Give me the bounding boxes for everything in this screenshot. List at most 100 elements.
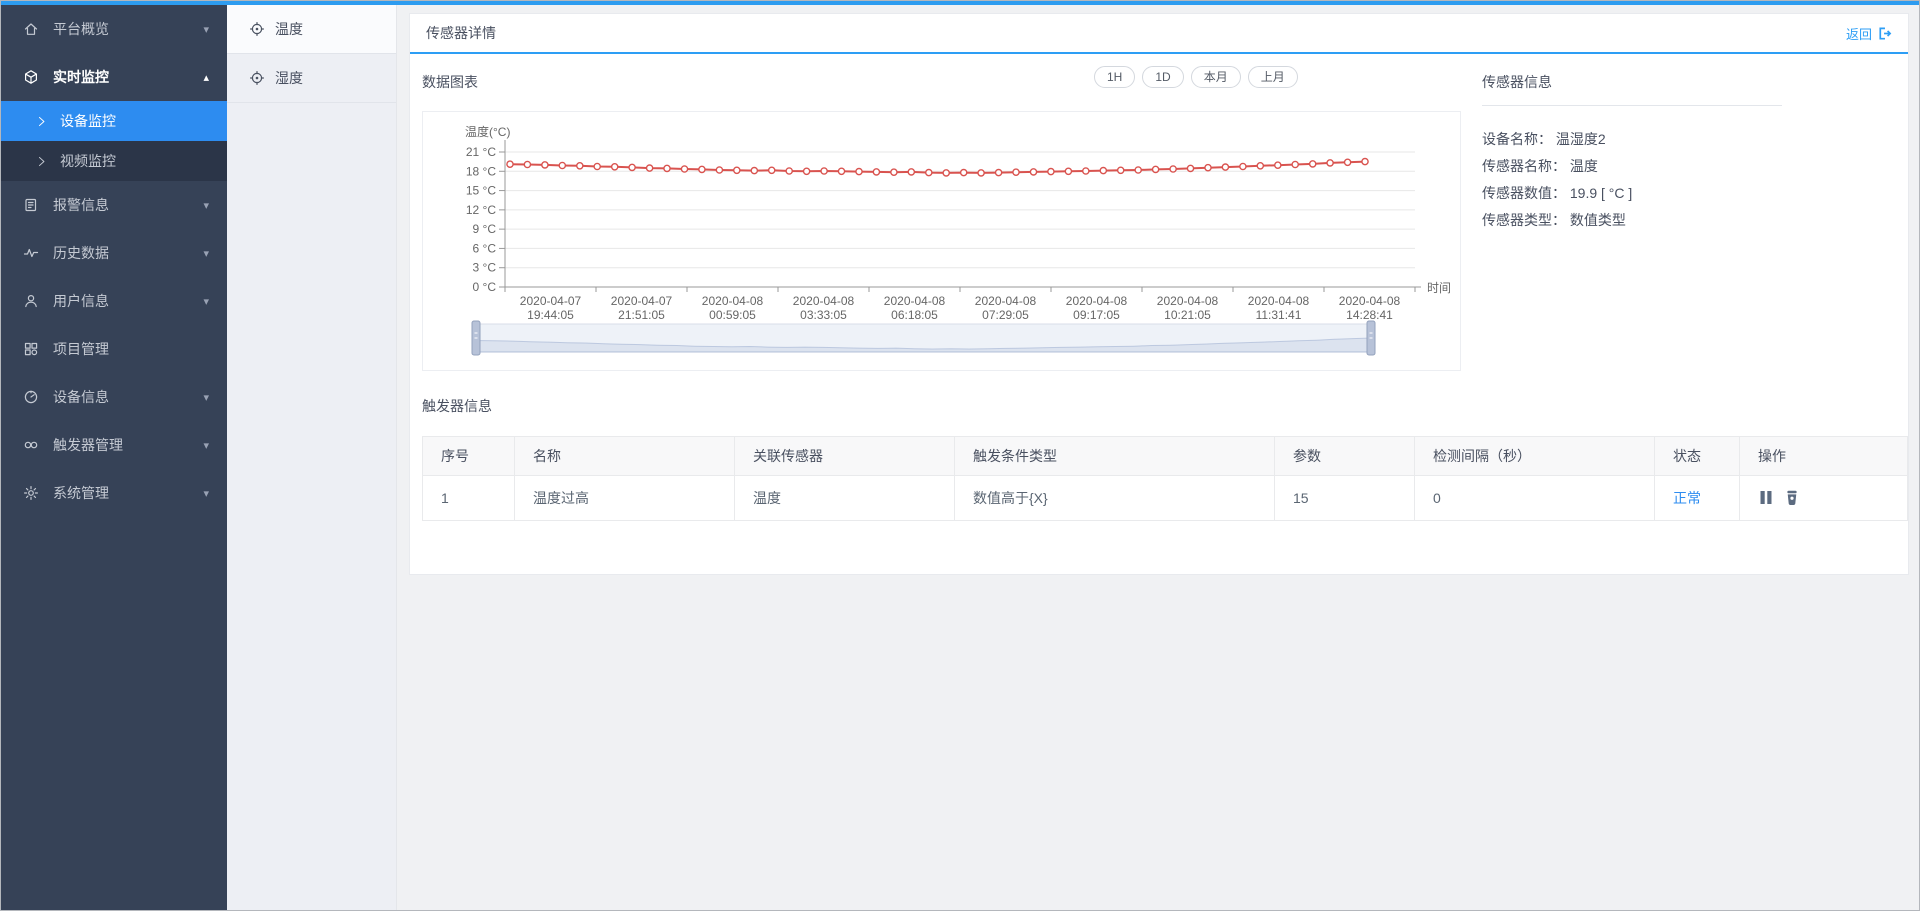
sensor-info-panel: 传感器信息 设备名称： 温湿度2传感器名称： 温度传感器数值： 19.9 [ °… xyxy=(1482,72,1812,234)
info-rows: 设备名称： 温湿度2传感器名称： 温度传感器数值： 19.9 [ °C ]传感器… xyxy=(1482,126,1812,234)
datazoom-handle-right[interactable] xyxy=(1367,321,1375,355)
svg-text:2020-04-08: 2020-04-08 xyxy=(1066,294,1128,308)
svg-text:2020-04-08: 2020-04-08 xyxy=(1248,294,1310,308)
exit-icon xyxy=(1877,26,1892,41)
table-header-cell: 操作 xyxy=(1740,437,1908,476)
sidebar-item-label: 设备信息 xyxy=(53,387,109,407)
svg-text:12 °C: 12 °C xyxy=(466,203,496,217)
svg-text:07:29:05: 07:29:05 xyxy=(982,308,1029,322)
table-cell: 1 xyxy=(423,476,515,521)
app-window: 平台概览▾实时监控▴设备监控视频监控报警信息▾历史数据▾用户信息▾项目管理设备信… xyxy=(0,0,1920,911)
svg-text:温度(°C): 温度(°C) xyxy=(465,124,510,139)
caret-down-icon: ▾ xyxy=(203,487,209,500)
temperature-line-chart: 温度(°C)0 °C3 °C6 °C9 °C12 °C15 °C18 °C21 … xyxy=(422,111,1461,371)
pause-icon[interactable] xyxy=(1758,489,1776,507)
svg-text:11:31:41: 11:31:41 xyxy=(1256,308,1302,322)
sensor-detail-card: 传感器详情 返回 数据图表 1H1D本月上月 温度(°C)0 °C3 °C6 °… xyxy=(409,13,1909,575)
gauge-icon xyxy=(23,389,39,405)
table-header-cell: 检测间隔（秒） xyxy=(1415,437,1655,476)
svg-text:2020-04-07: 2020-04-07 xyxy=(520,294,582,308)
card-header: 传感器详情 返回 xyxy=(410,14,1908,54)
main-content: 传感器详情 返回 数据图表 1H1D本月上月 温度(°C)0 °C3 °C6 °… xyxy=(397,5,1919,910)
table-cell: 温度过高 xyxy=(515,476,735,521)
table-row: 1温度过高温度数值高于{X}150正常 xyxy=(423,476,1908,521)
sidebar-item-6[interactable]: 用户信息 ▾ xyxy=(1,277,227,325)
svg-text:2020-04-08: 2020-04-08 xyxy=(793,294,855,308)
home-icon xyxy=(23,21,39,37)
svg-text:6 °C: 6 °C xyxy=(473,241,497,255)
sidebar-item-2[interactable]: 设备监控 xyxy=(1,101,227,141)
svg-text:时间: 时间 xyxy=(1427,281,1451,295)
sidebar-item-9[interactable]: 触发器管理▾ xyxy=(1,421,227,469)
sidebar-item-4[interactable]: 报警信息 ▾ xyxy=(1,181,227,229)
svg-text:2020-04-08: 2020-04-08 xyxy=(1157,294,1219,308)
table-cell: 温度 xyxy=(735,476,955,521)
datazoom-handle-left[interactable] xyxy=(472,321,480,355)
table-header-cell: 名称 xyxy=(515,437,735,476)
sidebar-item-3[interactable]: 视频监控 xyxy=(1,141,227,181)
caret-down-icon: ▾ xyxy=(203,295,209,308)
sidebar-item-8[interactable]: 设备信息▾ xyxy=(1,373,227,421)
chevron-right-icon xyxy=(35,115,48,128)
target-sensor-icon xyxy=(249,70,265,86)
info-row-2: 传感器数值： 19.9 [ °C ] xyxy=(1482,180,1812,207)
sidebar-item-label: 报警信息 xyxy=(53,195,109,215)
chevron-right-icon xyxy=(35,155,48,168)
range-button-0[interactable]: 1H xyxy=(1094,66,1135,88)
sensor-list-item-1[interactable]: 湿度 xyxy=(227,54,396,103)
info-label: 传感器数值： xyxy=(1482,185,1566,201)
user-icon xyxy=(23,293,39,309)
sidebar-item-0[interactable]: 平台概览▾ xyxy=(1,5,227,53)
info-panel-title: 传感器信息 xyxy=(1482,72,1782,106)
info-label: 传感器名称： xyxy=(1482,158,1566,174)
svg-text:2020-04-08: 2020-04-08 xyxy=(1339,294,1401,308)
chart-section-title: 数据图表 xyxy=(422,72,478,92)
table-header-row: 序号名称关联传感器触发条件类型参数检测间隔（秒）状态操作 xyxy=(423,437,1908,476)
trigger-table: 序号名称关联传感器触发条件类型参数检测间隔（秒）状态操作1温度过高温度数值高于{… xyxy=(422,436,1908,521)
sensor-item-label: 湿度 xyxy=(275,68,303,88)
info-value: 温湿度2 xyxy=(1556,131,1606,147)
svg-text:2020-04-08: 2020-04-08 xyxy=(884,294,946,308)
info-value: 19.9 [ °C ] xyxy=(1570,185,1632,201)
table-cell: 15 xyxy=(1275,476,1415,521)
svg-text:18 °C: 18 °C xyxy=(466,164,496,178)
target-sensor-icon xyxy=(249,21,265,37)
sidebar-item-7[interactable]: 项目管理 xyxy=(1,325,227,373)
project-grid-icon xyxy=(23,341,39,357)
link-rings-icon xyxy=(23,437,39,453)
svg-text:2020-04-07: 2020-04-07 xyxy=(611,294,673,308)
range-button-1[interactable]: 1D xyxy=(1142,66,1183,88)
caret-down-icon: ▾ xyxy=(203,23,209,36)
info-row-0: 设备名称： 温湿度2 xyxy=(1482,126,1812,153)
sidebar-item-label: 用户信息 xyxy=(53,291,109,311)
sidebar-item-label: 触发器管理 xyxy=(53,435,123,455)
sidebar-item-label: 实时监控 xyxy=(53,67,109,87)
svg-text:0 °C: 0 °C xyxy=(473,280,497,294)
sensor-list-item-0[interactable]: 温度 xyxy=(227,5,396,54)
svg-text:03:33:05: 03:33:05 xyxy=(800,308,847,322)
gear-icon xyxy=(23,485,39,501)
status-badge[interactable]: 正常 xyxy=(1673,490,1701,506)
sidebar-item-5[interactable]: 历史数据▾ xyxy=(1,229,227,277)
sidebar-item-10[interactable]: 系统管理 ▾ xyxy=(1,469,227,517)
alarm-doc-icon xyxy=(23,197,39,213)
info-value: 数值类型 xyxy=(1570,212,1626,228)
sidebar-item-label: 视频监控 xyxy=(60,151,116,171)
back-button[interactable]: 返回 xyxy=(1846,24,1892,43)
sidebar-item-label: 设备监控 xyxy=(60,111,116,131)
chart-datazoom-slider[interactable] xyxy=(472,321,1375,355)
info-row-1: 传感器名称： 温度 xyxy=(1482,153,1812,180)
svg-text:14:28:41: 14:28:41 xyxy=(1346,308,1393,322)
sidebar-item-label: 系统管理 xyxy=(53,483,109,503)
trash-icon[interactable] xyxy=(1783,489,1801,507)
svg-text:06:18:05: 06:18:05 xyxy=(891,308,938,322)
range-button-2[interactable]: 本月 xyxy=(1191,66,1241,88)
pulse-icon xyxy=(23,245,39,261)
page-title: 传感器详情 xyxy=(426,23,496,43)
sidebar-item-1[interactable]: 实时监控▴ xyxy=(1,53,227,101)
caret-down-icon: ▾ xyxy=(203,199,209,212)
caret-down-icon: ▾ xyxy=(203,247,209,260)
sensor-item-label: 温度 xyxy=(275,19,303,39)
range-button-3[interactable]: 上月 xyxy=(1248,66,1298,88)
table-header-cell: 参数 xyxy=(1275,437,1415,476)
